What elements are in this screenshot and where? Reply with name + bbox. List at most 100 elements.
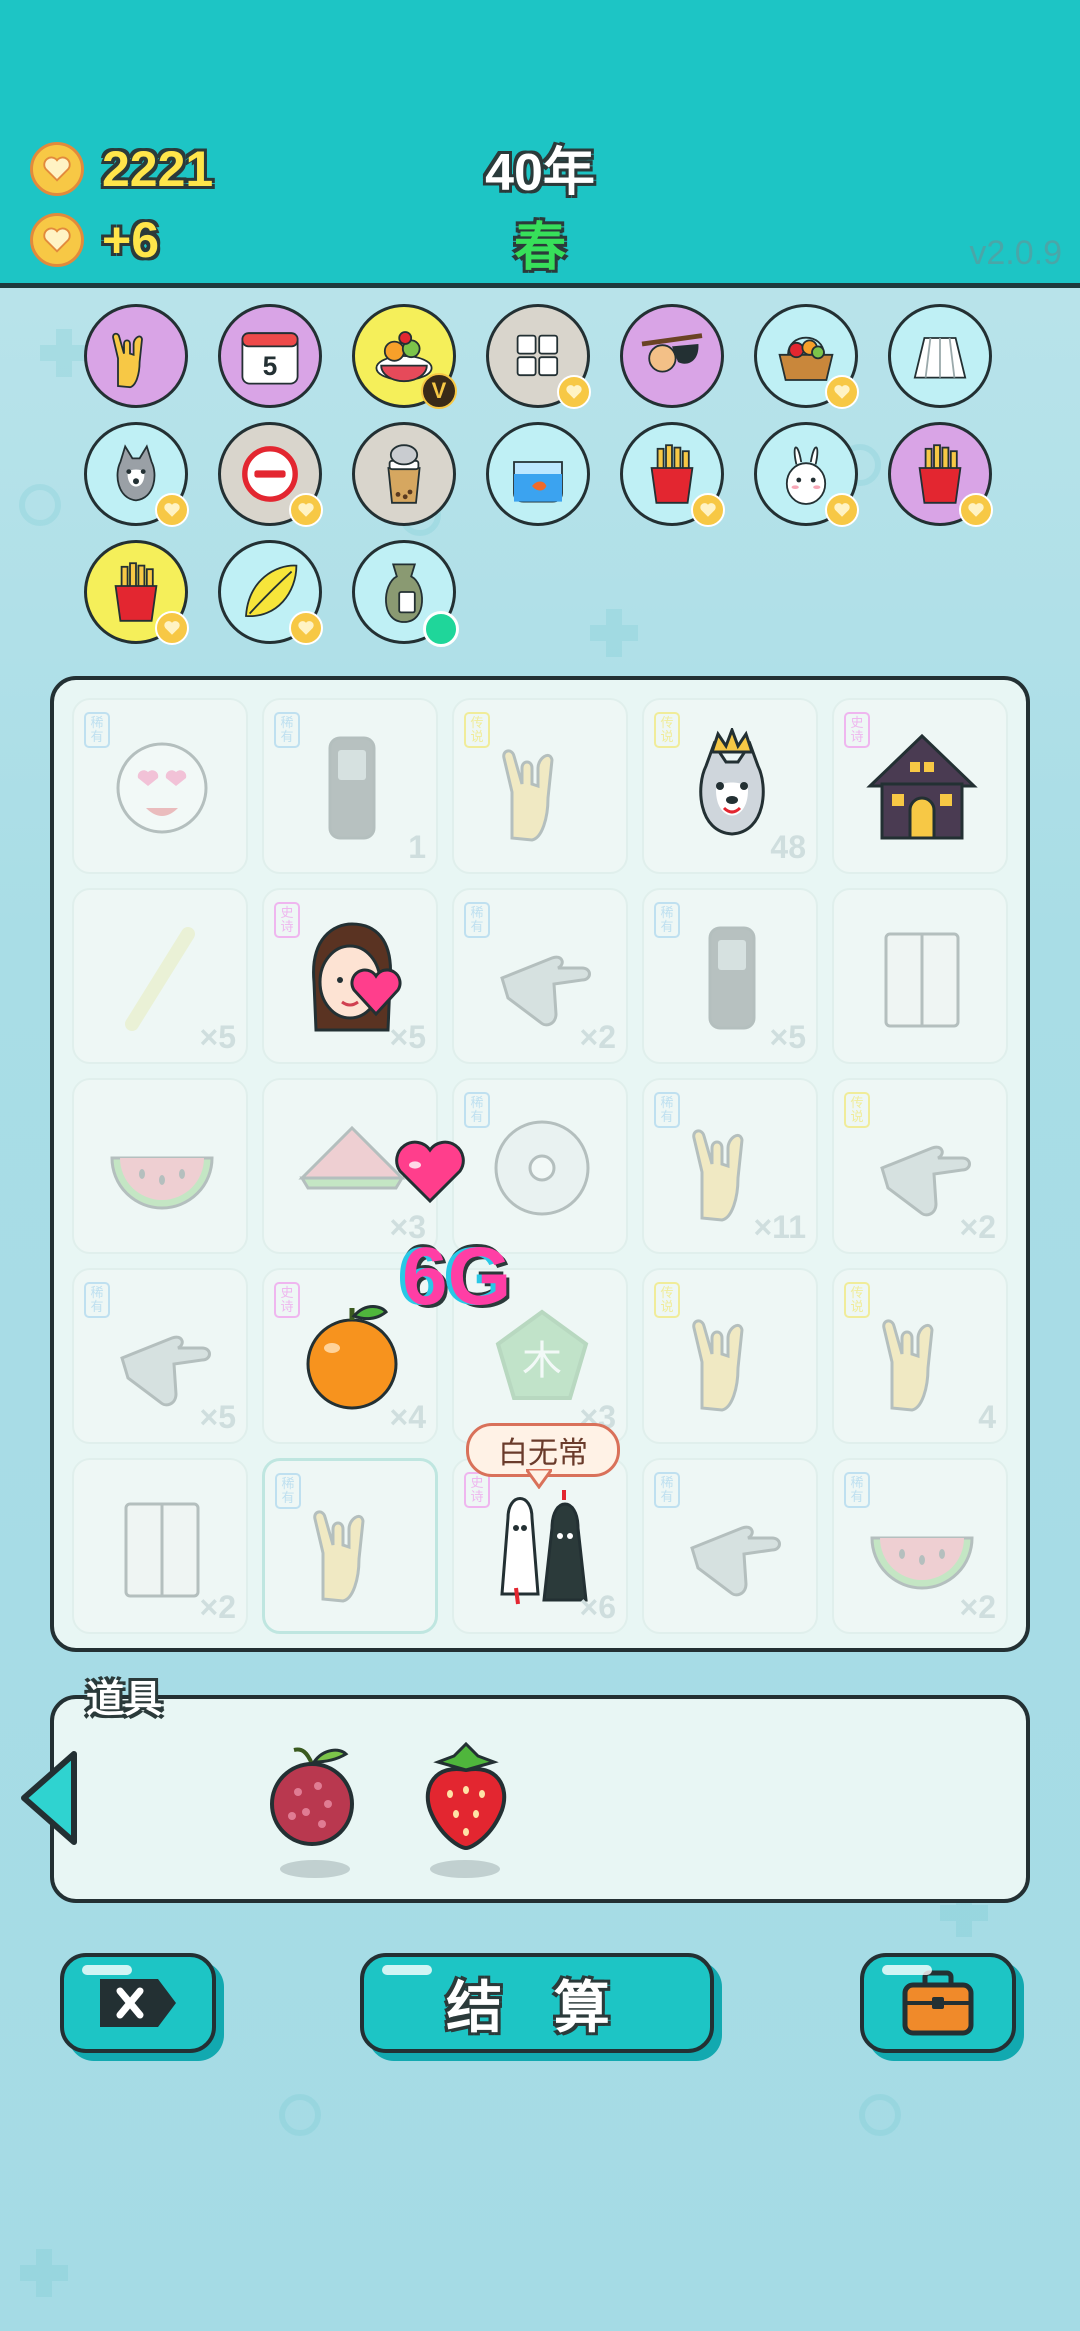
item-count: ×2 (959, 1209, 996, 1245)
heart-badge-icon (825, 493, 859, 527)
grid-cell[interactable] (72, 1078, 248, 1254)
props-title: 道具 (86, 1679, 163, 1721)
coin-value: 2221 (102, 141, 214, 197)
grid-cell[interactable]: 稀有 ×2 (452, 888, 628, 1064)
item-count: ×5 (199, 1399, 236, 1435)
grid-cell[interactable]: 稀有 (72, 698, 248, 874)
6g-label: 6G (402, 1231, 512, 1322)
collection-slot[interactable] (84, 540, 189, 645)
book-icon (884, 932, 960, 1028)
collection-slot[interactable] (620, 304, 724, 408)
settle-button[interactable]: 结 算 (360, 1953, 714, 2053)
settle-label: 结 算 (446, 1975, 628, 2039)
svg-text:5: 5 (263, 351, 278, 381)
collection-slot[interactable] (486, 422, 590, 526)
season-label: 春 (513, 219, 566, 277)
grid-cell[interactable]: 传说 ×2 (832, 1078, 1008, 1254)
item-count: ×2 (579, 1019, 616, 1055)
watermelon-icon (110, 1156, 214, 1210)
item-count: ×4 (389, 1399, 426, 1435)
heart-badge-icon (959, 493, 993, 527)
item-count: ×2 (959, 1589, 996, 1625)
eyepatch-icon (641, 333, 703, 373)
collection-slot[interactable] (218, 422, 323, 527)
cd-icon (494, 1120, 590, 1216)
collection-slot[interactable] (486, 304, 591, 409)
grid-cell[interactable]: 稀有 ×2 (832, 1458, 1008, 1634)
heart-badge-icon (557, 375, 591, 409)
fish-tank-icon (513, 461, 563, 503)
collection-slot[interactable]: V (352, 304, 457, 409)
collection-slot[interactable] (754, 304, 859, 409)
phone-icon (328, 736, 376, 840)
income-value: +6 (102, 212, 160, 268)
item-count: 1 (408, 829, 426, 865)
collection-slot[interactable] (352, 540, 459, 647)
vip-badge: V (421, 373, 457, 409)
collection-slot[interactable] (888, 304, 992, 408)
new-dot (423, 611, 459, 647)
heart-badge-icon (289, 611, 323, 645)
briefcase-icon (902, 1970, 974, 2036)
grid-cell[interactable]: 史诗 (832, 698, 1008, 874)
heart-badge-icon (691, 493, 725, 527)
close-button[interactable] (60, 1953, 216, 2053)
grid-cell[interactable]: 传说 48 (642, 698, 818, 874)
heart-coin-icon (30, 142, 84, 196)
props-panel (50, 1695, 1030, 1903)
collection-slot[interactable] (888, 422, 993, 527)
item-count: ×5 (199, 1019, 236, 1055)
item-count: ×11 (753, 1209, 806, 1245)
calendar-icon: 5 (241, 332, 299, 385)
grid-cell[interactable]: ×2 (72, 1458, 248, 1634)
rock-hand-icon (112, 332, 143, 389)
income-counter: +6 (30, 211, 159, 269)
heart-badge-icon (289, 493, 323, 527)
item-count: ×2 (199, 1589, 236, 1625)
grid-cell[interactable]: 史诗 ×5 (262, 888, 438, 1064)
haunted-house-icon (866, 733, 978, 840)
grid-cell[interactable]: ×5 (72, 888, 248, 1064)
grid-cell[interactable]: 稀有 ×5 (72, 1268, 248, 1444)
pointing-hand-icon (690, 1525, 781, 1597)
grid-cell[interactable]: 稀有 1 (262, 698, 438, 874)
rock-hand-icon (882, 1319, 934, 1412)
grid-cell[interactable]: 稀有 ×5 (642, 888, 818, 1064)
collection-slot[interactable] (218, 540, 323, 645)
collection-slot[interactable] (84, 304, 188, 408)
version-label: v2.0.9 (969, 234, 1062, 272)
bayberry-icon[interactable] (262, 1742, 362, 1852)
heart-coin-icon (30, 213, 84, 267)
collection-slot[interactable] (620, 422, 725, 527)
grid-cell[interactable]: 稀有 (262, 1458, 438, 1634)
collection-slot[interactable] (84, 422, 189, 527)
skirt-icon (913, 337, 967, 379)
collection-slot[interactable] (352, 422, 456, 526)
collection-slot[interactable]: 5 (218, 304, 322, 408)
strawberry-icon[interactable] (416, 1740, 516, 1852)
grid-cell[interactable]: 传说 (452, 698, 628, 874)
coin-counter: 2221 (30, 140, 213, 198)
heart-badge-icon (155, 493, 189, 527)
milk-tea-icon (387, 444, 421, 504)
item-count: 4 (978, 1399, 996, 1435)
year-label: 40年 (485, 144, 595, 202)
heart-badge-icon (155, 611, 189, 645)
close-icon (100, 1979, 176, 2027)
grid-cell[interactable]: 稀有 ×11 (642, 1078, 818, 1254)
backpack-button[interactable] (860, 1953, 1016, 2053)
scroll-left-arrow-icon[interactable] (18, 1748, 82, 1848)
grid-cell[interactable]: 传说 (642, 1268, 818, 1444)
grid-cell[interactable] (832, 888, 1008, 1064)
grid-cell[interactable]: 稀有 (452, 1078, 628, 1254)
collection-slot[interactable] (754, 422, 859, 527)
item-count: ×5 (769, 1019, 806, 1055)
tooltip-pointer (526, 1469, 552, 1489)
grid-cell[interactable]: 传说 4 (832, 1268, 1008, 1444)
pink-heart-icon (395, 1140, 465, 1204)
rock-hand-icon (313, 1510, 365, 1603)
grid-cell[interactable]: 稀有 (642, 1458, 818, 1634)
heart-badge-icon (825, 375, 859, 409)
rock-hand-icon (692, 1319, 744, 1412)
svg-text:木: 木 (522, 1338, 562, 1384)
